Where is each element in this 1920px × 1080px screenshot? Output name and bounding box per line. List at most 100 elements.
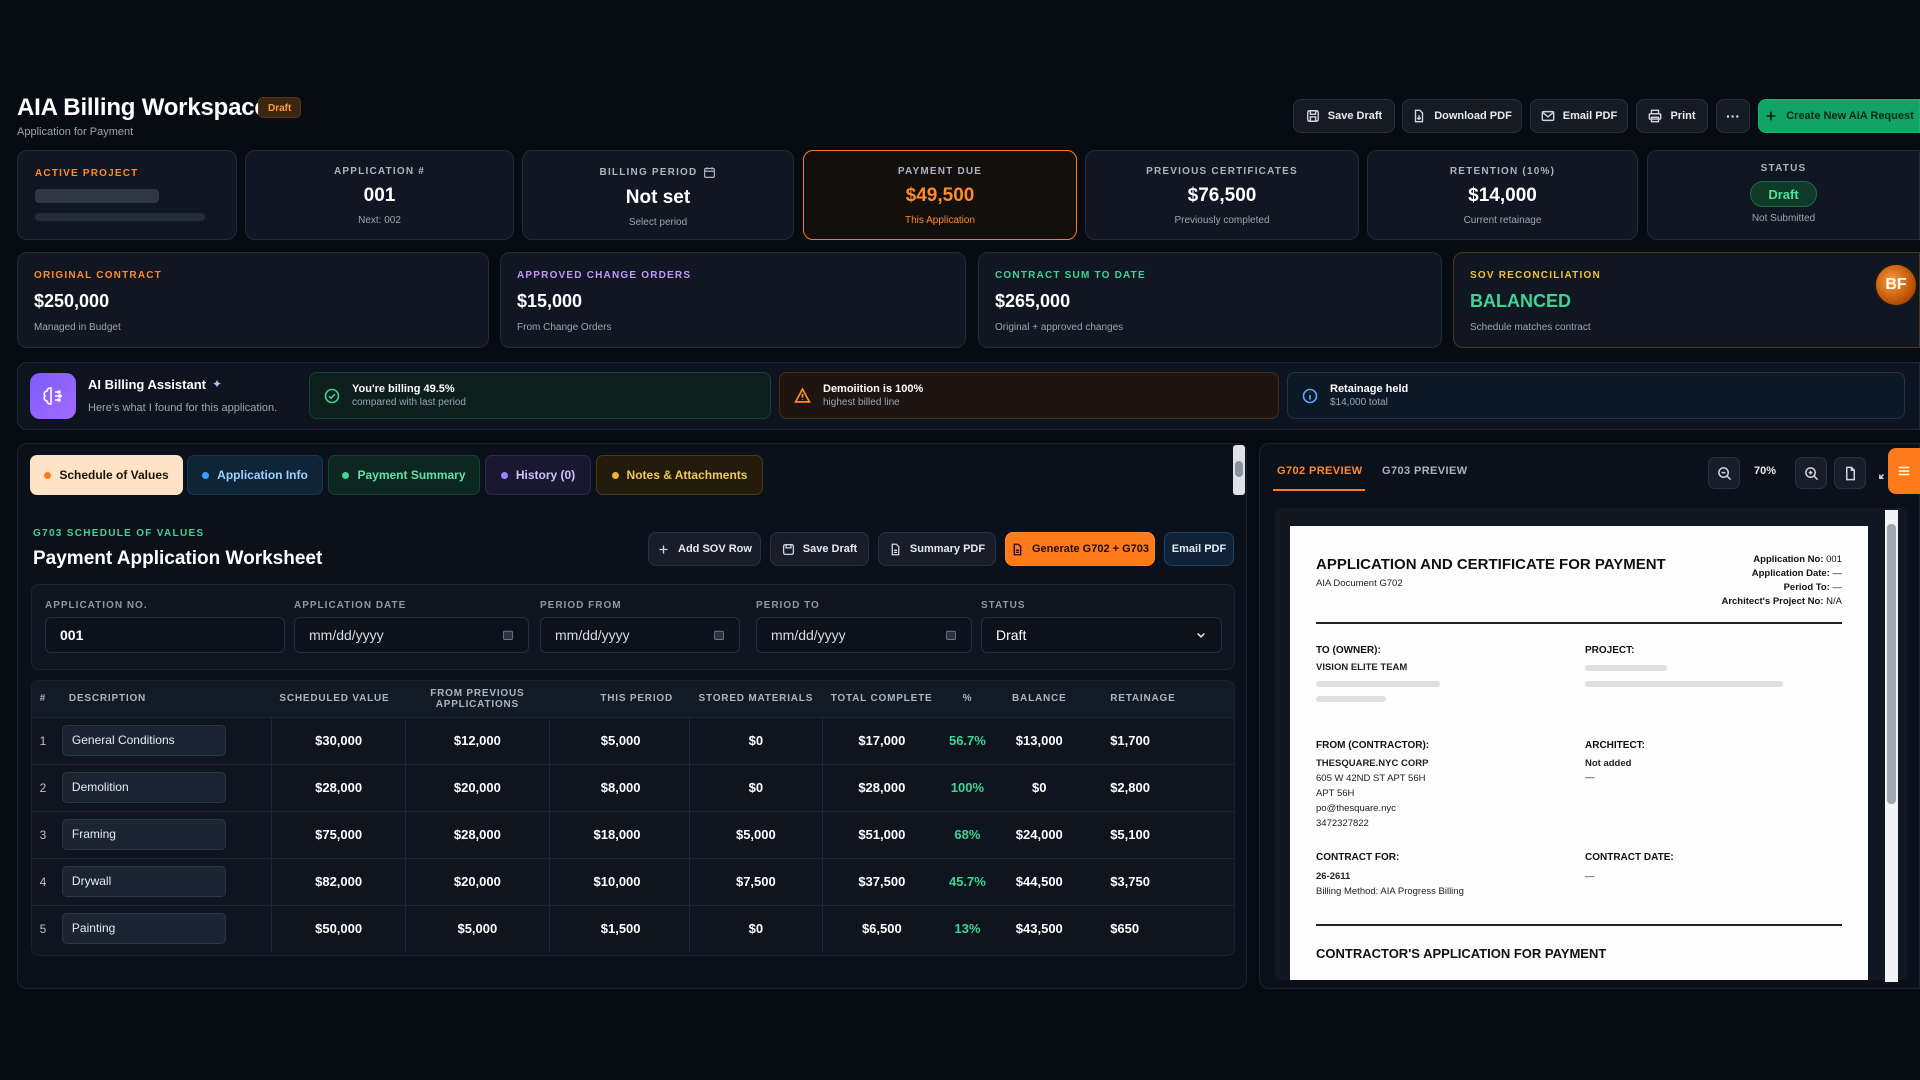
insight-retainage[interactable]: Retainage held $14,000 total (1287, 372, 1905, 419)
contract-for-label: CONTRACT FOR: (1316, 852, 1400, 863)
period-from-input[interactable]: mm/dd/yyyy (540, 617, 740, 653)
row-total-complete: $28,000 (822, 763, 941, 811)
description-input[interactable]: Drywall (61, 866, 226, 897)
meta-value: — (1832, 582, 1843, 593)
description-input[interactable]: Demolition (61, 772, 226, 803)
col-header-description: Description (53, 681, 272, 717)
worksheet-save-draft-button[interactable]: Save Draft (770, 532, 869, 566)
insight-highest-line[interactable]: Demoiition is 100% highest billed line (779, 372, 1279, 419)
meta-value: 001 (1826, 554, 1842, 565)
worksheet-email-pdf-button[interactable]: Email PDF (1164, 532, 1234, 566)
tabs-scrollbar[interactable] (1233, 445, 1245, 495)
ai-assistant-title: AI Billing Assistant (88, 377, 206, 392)
row-scheduled-value: $28,000 (271, 763, 406, 811)
tab-history[interactable]: History (0) (485, 455, 591, 495)
billing-method: Billing Method: AIA Progress Billing (1316, 886, 1464, 897)
row-total-complete: $17,000 (822, 716, 941, 764)
meta-value: N/A (1826, 596, 1842, 607)
status-label: Status (1760, 163, 1807, 174)
zoom-in-button[interactable] (1795, 457, 1827, 489)
active-project-card[interactable]: Active Project (17, 150, 237, 240)
generate-g702-g703-button[interactable]: Generate G702 + G703 (1005, 532, 1155, 566)
billing-period-sub: Select period (628, 217, 688, 228)
insight-sub: compared with last period (352, 397, 466, 408)
application-date-input[interactable]: mm/dd/yyyy (294, 617, 529, 653)
row-total-complete: $6,500 (822, 904, 941, 952)
contractor-line: po@thesquare.nyc (1316, 803, 1396, 814)
menu-drawer-button[interactable] (1888, 448, 1920, 494)
calendar-icon (946, 630, 956, 640)
zoom-in-icon (1804, 466, 1818, 480)
tab-application-info[interactable]: Application Info (187, 455, 323, 495)
row-from-previous: $12,000 (405, 716, 550, 764)
save-draft-button[interactable]: Save Draft (1293, 99, 1395, 133)
tab-g702-preview[interactable]: G702 Preview (1277, 465, 1363, 477)
download-pdf-button[interactable]: Download PDF (1402, 99, 1522, 133)
tab-notes-attachments[interactable]: Notes & Attachments (596, 455, 763, 495)
table-row: 5 Painting $50,000 $5,000 $1,500 $0 $6,500 13% $… (32, 904, 1234, 952)
row-scheduled-value: $82,000 (271, 857, 406, 905)
tab-payment-summary[interactable]: Payment Summary (328, 455, 480, 495)
doc-subtitle: AIA Document G702 (1316, 578, 1403, 589)
tab-schedule-of-values[interactable]: Schedule of Values (30, 455, 183, 495)
description-input[interactable]: Painting (61, 913, 226, 945)
application-no-value: 001 (60, 627, 84, 643)
row-this-period: $18,000 (548, 810, 690, 858)
row-description-cell: Framing (53, 810, 272, 858)
zoom-out-button[interactable] (1708, 457, 1740, 489)
period-to-placeholder: mm/dd/yyyy (771, 627, 846, 643)
row-stored-materials: $0 (688, 716, 823, 764)
add-sov-row-button[interactable]: Add SOV Row (648, 532, 761, 566)
tab-g703-preview[interactable]: G703 Preview (1382, 465, 1468, 477)
previous-certificates-value: $76,500 (1187, 185, 1257, 206)
doc-meta: Application No: 001 Application Date: — … (1721, 553, 1842, 609)
sov-table: # Description Scheduled Value From Previ… (32, 681, 1234, 952)
tab-dot (611, 471, 619, 479)
row-percent: 45.7% (940, 857, 995, 905)
calendar-icon (704, 167, 716, 178)
contract-sum-value: $265,000 (995, 291, 1071, 311)
user-avatar[interactable]: BF (1874, 263, 1918, 307)
contractor-line: APT 56H (1316, 788, 1355, 799)
description-input[interactable]: General Conditions (61, 725, 226, 756)
sov-reconciliation-sub: Schedule matches contract (1470, 322, 1591, 333)
billing-period-card[interactable]: Billing Period Not set Select period (522, 150, 794, 240)
zoom-level: 70% (1754, 465, 1777, 477)
scrollbar-thumb[interactable] (1235, 461, 1243, 477)
preview-scrollbar[interactable] (1885, 510, 1898, 982)
status-card: Status Draft Not Submitted (1647, 150, 1920, 240)
create-new-aia-request-button[interactable]: Create New AIA Request (1758, 99, 1920, 133)
description-input[interactable]: Framing (61, 819, 226, 850)
ai-brain-icon (30, 373, 76, 419)
architect-value: Not added (1585, 758, 1632, 769)
contract-date-label: CONTRACT DATE: (1585, 852, 1674, 863)
active-project-label: Active Project (35, 168, 139, 179)
print-button[interactable]: Print (1636, 99, 1708, 133)
project-redacted (1585, 665, 1667, 671)
worksheet-email-pdf-label: Email PDF (1171, 543, 1227, 555)
retention-label: Retention (10%) (1449, 166, 1556, 177)
previous-certificates-label: Previous Certificates (1146, 166, 1298, 177)
summary-pdf-button[interactable]: Summary PDF (878, 532, 996, 566)
row-description-cell: General Conditions (53, 716, 272, 764)
more-options-button[interactable]: ··· (1716, 99, 1750, 133)
insight-billing-percent[interactable]: You're billing 49.5% compared with last p… (309, 372, 771, 419)
open-document-button[interactable] (1834, 457, 1866, 489)
col-header-scheduled-value: Scheduled Value (271, 681, 406, 717)
period-to-input[interactable]: mm/dd/yyyy (756, 617, 972, 653)
row-this-period: $8,000 (548, 763, 690, 811)
row-number: 5 (32, 904, 54, 952)
tab-label: Schedule of Values (59, 468, 169, 482)
generate-label: Generate G702 + G703 (1031, 543, 1150, 555)
row-stored-materials: $0 (688, 763, 823, 811)
application-date-label: Application Date (294, 600, 407, 611)
status-badge: Draft (1750, 181, 1817, 207)
row-retainage: $3,750 (1084, 857, 1234, 905)
status-select[interactable]: Draft (981, 617, 1222, 653)
col-header-number: # (32, 681, 54, 717)
scrollbar-thumb[interactable] (1887, 524, 1896, 804)
application-no-input[interactable]: 001 (45, 617, 285, 653)
sov-reconciliation-card: SOV Reconciliation BALANCED Schedule mat… (1453, 252, 1920, 348)
chevron-down-icon (1197, 632, 1205, 638)
email-pdf-button[interactable]: Email PDF (1530, 99, 1628, 133)
